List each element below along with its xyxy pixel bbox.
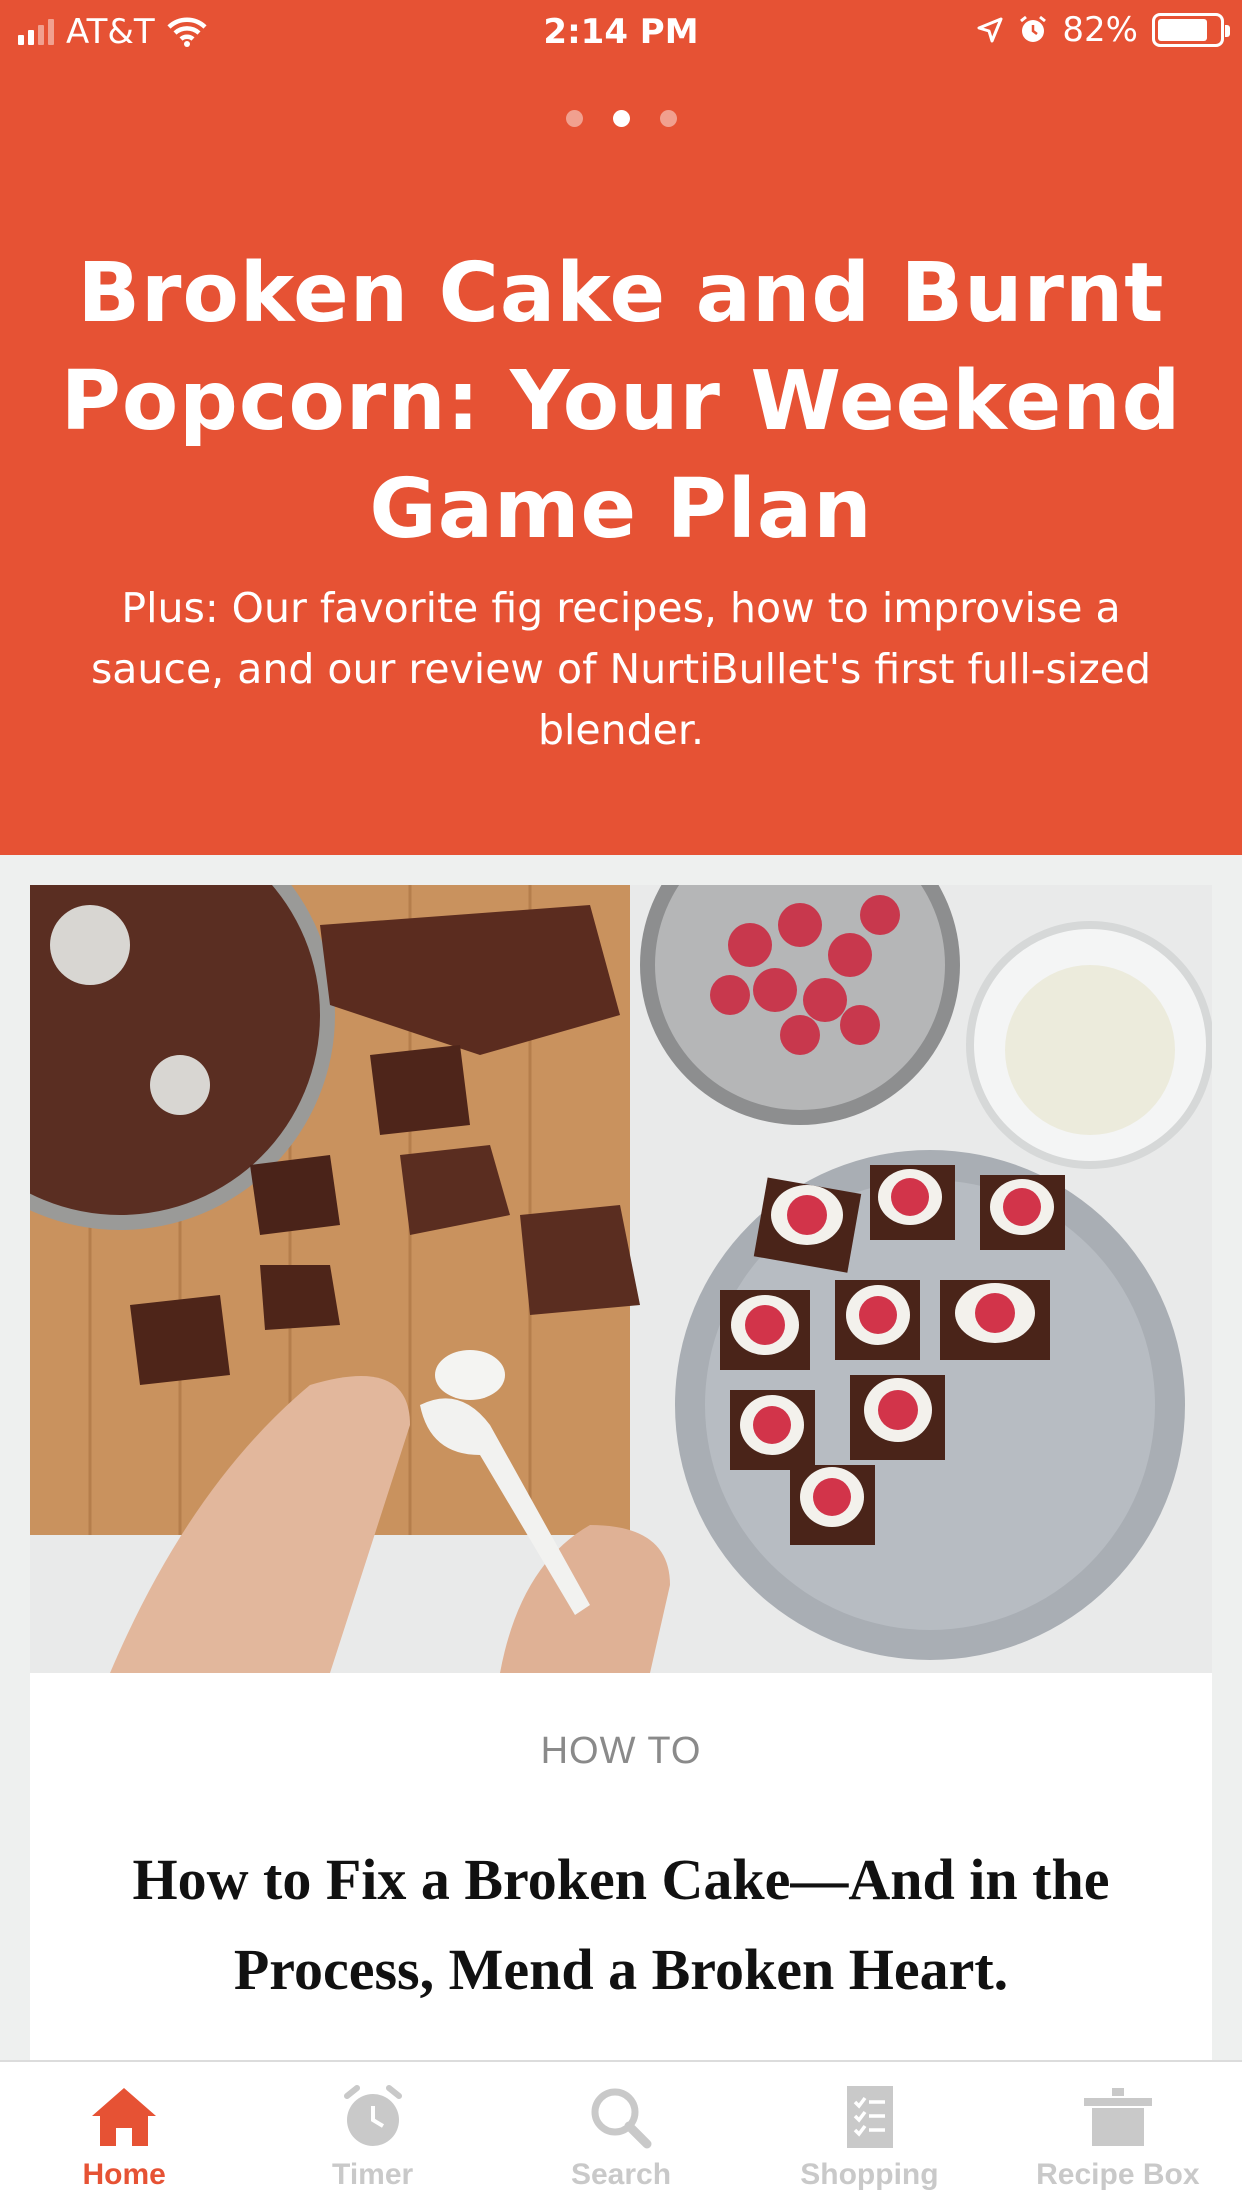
tab-home-label: Home xyxy=(82,2158,166,2191)
shopping-list-icon xyxy=(847,2086,894,2148)
carousel-dot[interactable] xyxy=(659,110,677,127)
carousel-dot[interactable] xyxy=(565,110,583,127)
tab-shopping-label: Shopping xyxy=(800,2158,939,2191)
tab-bar: Home Timer Search Shopping Recipe Box xyxy=(0,2060,1242,2208)
tab-search[interactable]: Search xyxy=(497,2062,745,2208)
carousel-page-indicator[interactable] xyxy=(0,110,1242,127)
status-right: 82% xyxy=(976,10,1230,50)
battery-percent: 82% xyxy=(1062,10,1138,50)
search-icon xyxy=(591,2088,652,2149)
hero-title: Broken Cake and Burnt Popcorn: Your Week… xyxy=(60,246,1182,557)
article-image[interactable] xyxy=(30,885,1212,1673)
tab-timer-label: Timer xyxy=(332,2158,414,2191)
location-arrow-icon xyxy=(977,17,1003,43)
hero-subtitle: Plus: Our favorite fig recipes, how to i… xyxy=(90,584,1152,754)
alarm-icon xyxy=(1020,15,1047,42)
tab-shopping[interactable]: Shopping xyxy=(745,2062,993,2208)
home-icon xyxy=(92,2088,157,2146)
battery-icon xyxy=(1152,13,1230,47)
carousel-dot[interactable] xyxy=(612,110,630,127)
article-category: HOW TO xyxy=(540,1730,702,1772)
article-title[interactable]: How to Fix a Broken Cake—And in the Proc… xyxy=(90,1835,1152,2015)
status-bar: AT&T 2:14 PM 82% xyxy=(0,0,1242,62)
cake-photo xyxy=(30,885,1212,1673)
tab-recipe-box-label: Recipe Box xyxy=(1036,2158,1200,2191)
tab-search-label: Search xyxy=(570,2158,672,2191)
timer-icon xyxy=(343,2085,402,2146)
pot-icon xyxy=(1083,2088,1152,2146)
tab-home[interactable]: Home xyxy=(0,2062,248,2208)
article-card[interactable]: HOW TO How to Fix a Broken Cake—And in t… xyxy=(30,885,1212,2185)
tab-timer[interactable]: Timer xyxy=(248,2062,496,2208)
tab-recipe-box[interactable]: Recipe Box xyxy=(994,2062,1242,2208)
hero-banner[interactable]: AT&T 2:14 PM 82% Broken Cake and Burnt P… xyxy=(0,0,1242,855)
